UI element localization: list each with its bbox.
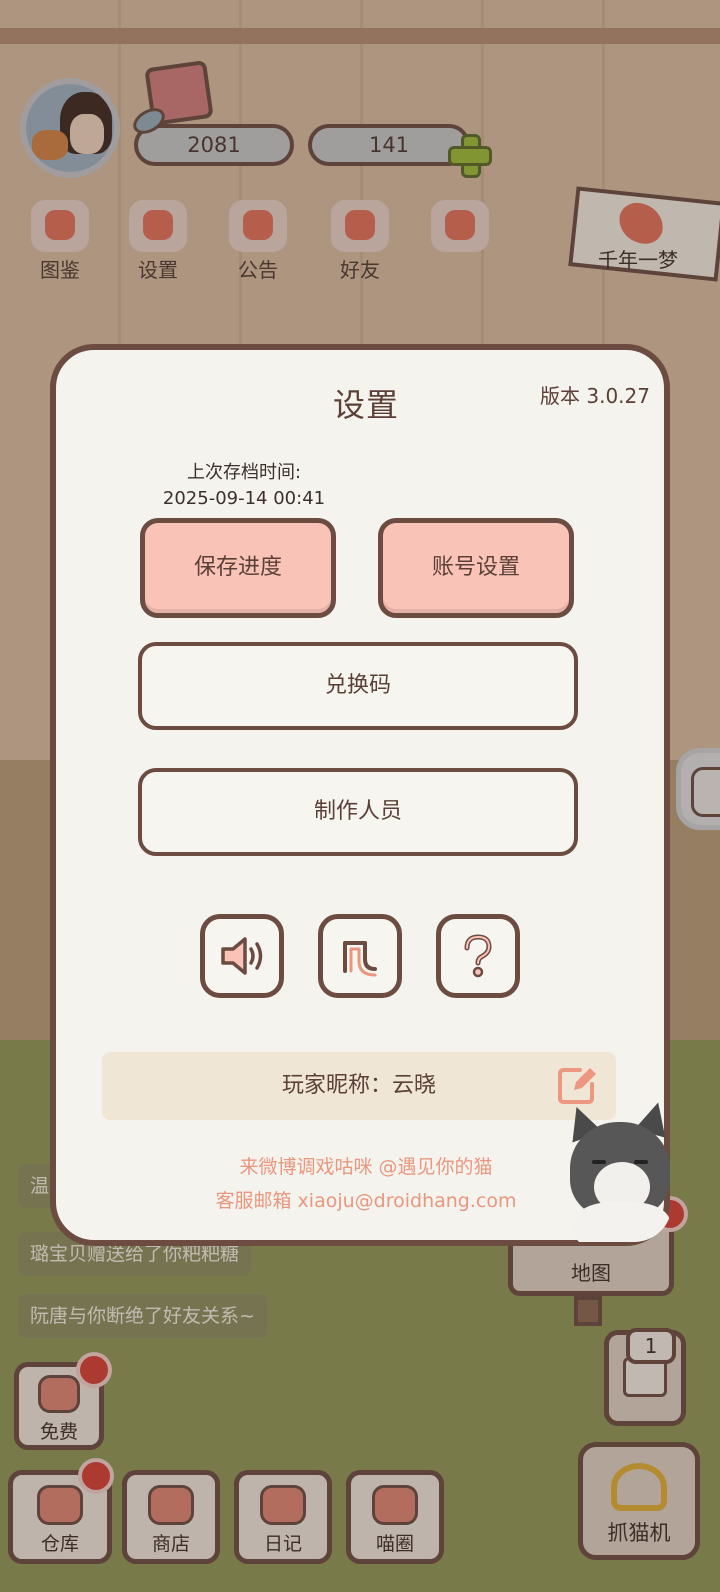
last-save-time: 2025-09-14 00:41 bbox=[162, 488, 326, 509]
sound-toggle-button[interactable] bbox=[200, 914, 284, 998]
credits-button[interactable]: 制作人员 bbox=[138, 768, 578, 856]
speaker-icon bbox=[221, 937, 263, 975]
account-settings-button[interactable]: 账号设置 bbox=[378, 518, 574, 618]
cat-eye bbox=[634, 1160, 648, 1164]
last-save-label: 上次存档时间: bbox=[186, 462, 302, 483]
nickname-text: 玩家昵称：云晓 bbox=[281, 1073, 436, 1098]
cat-chest bbox=[574, 1202, 670, 1242]
cat-photo bbox=[564, 1102, 672, 1242]
save-progress-button[interactable]: 保存进度 bbox=[140, 518, 336, 618]
question-mark-icon bbox=[464, 934, 492, 978]
help-button[interactable] bbox=[436, 914, 520, 998]
last-save-info: 上次存档时间: 2025-09-14 00:41 bbox=[156, 460, 332, 512]
nickname-bar: 玩家昵称：云晓 bbox=[102, 1052, 616, 1120]
music-note-icon bbox=[343, 941, 377, 977]
settings-dialog: 设置 版本 3.0.27 上次存档时间: 2025-09-14 00:41 保存… bbox=[50, 344, 672, 1246]
music-toggle-button[interactable] bbox=[318, 914, 402, 998]
edit-icon[interactable] bbox=[556, 1064, 598, 1106]
cat-eye bbox=[592, 1160, 606, 1164]
version-label: 版本 3.0.27 bbox=[540, 384, 650, 408]
redeem-code-button[interactable]: 兑换码 bbox=[138, 642, 578, 730]
